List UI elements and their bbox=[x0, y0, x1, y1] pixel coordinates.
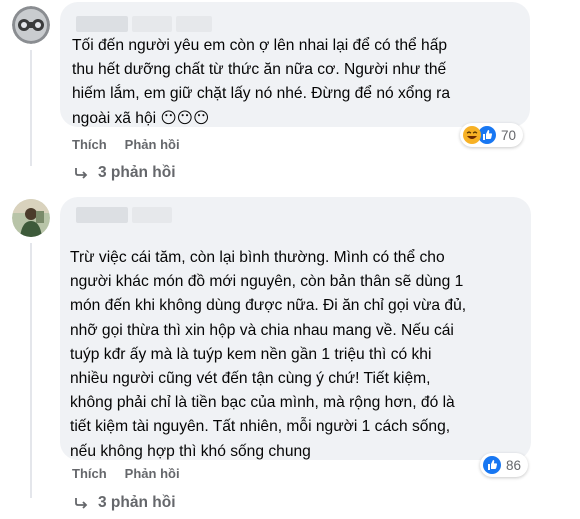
comment-bubble: Trừ việc cái tăm, còn lại bình thường. M… bbox=[60, 197, 531, 460]
comment-actions: Thích Phản hồi bbox=[72, 137, 180, 152]
like-icon bbox=[483, 456, 501, 474]
reaction-count: 70 bbox=[501, 127, 517, 143]
view-replies-link[interactable]: 3 phản hồi bbox=[74, 494, 176, 512]
comment-text: Tối đến người yêu em còn ợ lên nhai lại … bbox=[72, 37, 451, 127]
author-name-redacted bbox=[132, 16, 172, 32]
reaction-summary[interactable]: 86 bbox=[480, 453, 529, 477]
reaction-count: 86 bbox=[506, 457, 522, 473]
comment-text: Trừ việc cái tăm, còn lại bình thường. M… bbox=[70, 249, 467, 460]
comment-avatar[interactable] bbox=[12, 6, 50, 44]
replies-count-label: 3 phản hồi bbox=[98, 164, 176, 181]
author-name-redacted[interactable] bbox=[76, 16, 128, 32]
reply-arrow-icon bbox=[74, 497, 88, 509]
reaction-summary[interactable]: 70 bbox=[460, 123, 524, 147]
haha-icon bbox=[463, 126, 481, 144]
thread-line bbox=[30, 243, 32, 498]
author-name-redacted bbox=[176, 16, 212, 32]
author-name-redacted bbox=[132, 207, 172, 223]
author-name-redacted[interactable] bbox=[76, 207, 128, 223]
reply-button[interactable]: Phản hồi bbox=[125, 466, 180, 481]
reply-button[interactable]: Phản hồi bbox=[125, 137, 180, 152]
like-button[interactable]: Thích bbox=[72, 466, 107, 481]
comment-actions: Thích Phản hồi bbox=[72, 466, 180, 481]
comment-avatar[interactable] bbox=[12, 199, 50, 237]
replies-count-label: 3 phản hồi bbox=[98, 494, 176, 511]
view-replies-link[interactable]: 3 phản hồi bbox=[74, 164, 176, 182]
reply-arrow-icon bbox=[74, 167, 88, 179]
like-button[interactable]: Thích bbox=[72, 137, 107, 152]
thread-line bbox=[30, 50, 32, 166]
comment-bubble: Tối đến người yêu em còn ợ lên nhai lại … bbox=[60, 2, 530, 127]
